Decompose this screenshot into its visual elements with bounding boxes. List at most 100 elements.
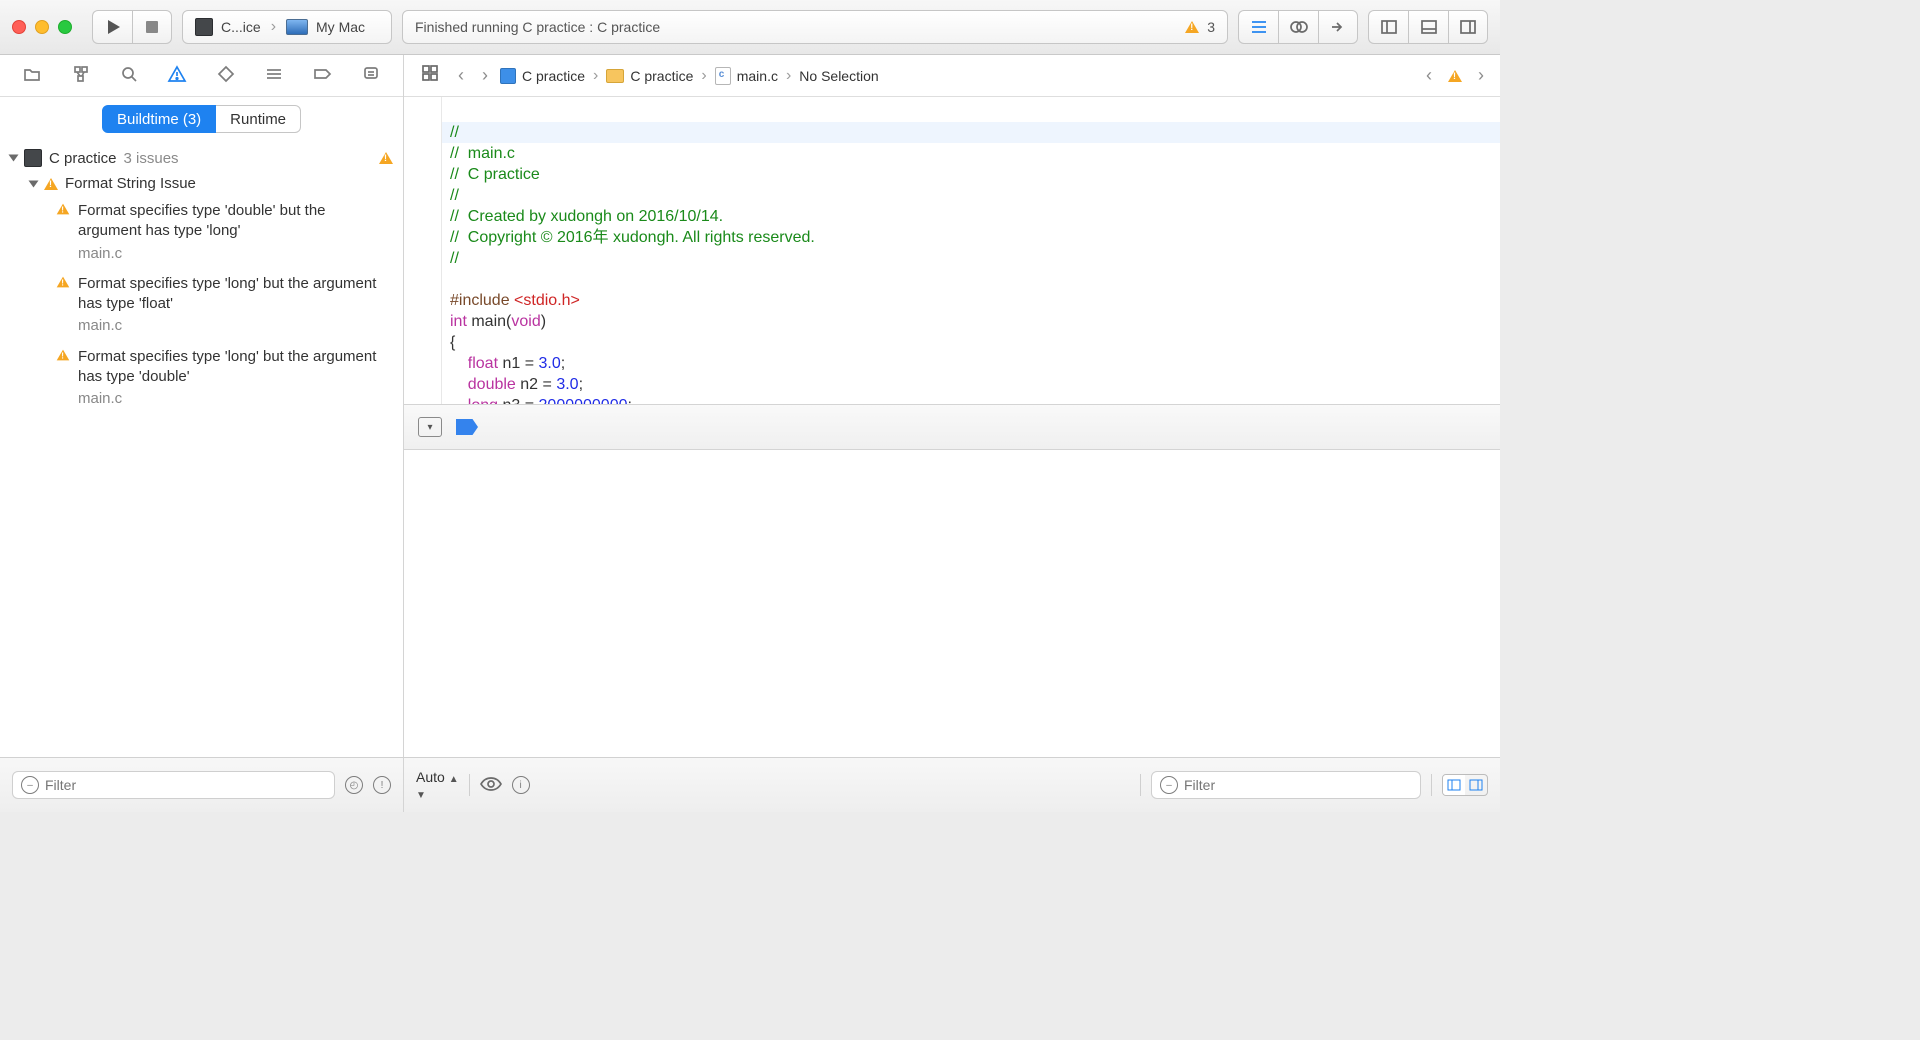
version-editor-button[interactable] [1318,10,1358,44]
issue-item[interactable]: Format specifies type 'double' but the a… [0,196,403,269]
crumb-file[interactable]: main.c [715,67,778,85]
project-name: C practice [49,150,117,167]
warning-icon [1185,21,1199,33]
console-filter[interactable]: – [1151,771,1421,799]
issue-file: main.c [78,389,393,409]
toggle-bottom-panel-button[interactable] [1408,10,1448,44]
report-navigator-tab[interactable] [361,64,381,87]
warning-icon [1448,70,1462,82]
activity-status[interactable]: Finished running C practice : C practice… [402,10,1228,44]
toolbar-right [1238,10,1488,44]
scheme-icon [195,18,213,36]
warning-icon [57,349,70,360]
debug-pane-toggle [1442,774,1488,796]
issue-text: Format specifies type 'long' but the arg… [78,274,393,315]
recent-filter-icon[interactable]: ◴ [345,776,363,794]
filter-scope-icon[interactable]: – [1160,776,1178,794]
project-issue-count: 3 issues [124,150,179,167]
buildtime-tab[interactable]: Buildtime (3) [102,105,216,133]
issue-file: main.c [78,244,393,264]
source-editor[interactable]: //// main.c // C practice // // Created … [404,97,1500,404]
scheme-name: C...ice [221,19,261,35]
standard-editor-button[interactable] [1238,10,1278,44]
window-toolbar: C...ice › My Mac Finished running C prac… [0,0,1500,55]
console-filter-input[interactable] [1184,777,1412,793]
source-control-navigator-tab[interactable] [71,64,91,87]
disclosure-triangle-icon[interactable] [29,180,39,187]
debug-navigator-tab[interactable] [264,64,284,87]
run-stop-group [92,10,172,44]
separator [469,774,470,796]
editor-header-right: ‹ › [1420,65,1490,86]
issue-item[interactable]: Format specifies type 'long' but the arg… [0,342,403,415]
issue-text: Format specifies type 'double' but the a… [78,201,393,242]
scm-filter-icon[interactable]: ! [373,776,391,794]
destination-name: My Mac [316,19,365,35]
zoom-window-button[interactable] [58,20,72,34]
crumb-project[interactable]: C practice [500,68,585,84]
history-back-button[interactable]: ‹ [452,65,470,86]
separator [1431,774,1432,796]
chevron-right-icon: › [699,67,708,85]
navigator-bottom: – ◴ ! [0,758,404,812]
separator [1140,774,1141,796]
debug-console[interactable] [404,450,1500,757]
warning-icon [57,204,70,215]
debug-view-toggle[interactable]: ▾ [418,417,442,437]
toggle-left-panel-button[interactable] [1368,10,1408,44]
auto-scope-button[interactable]: Auto ▲▼ [416,769,459,801]
filter-scope-icon[interactable]: – [21,776,39,794]
assistant-editor-button[interactable] [1278,10,1318,44]
editor-gutter[interactable] [404,97,442,404]
issue-navigator-tab[interactable] [167,64,187,87]
crumb-folder[interactable]: C practice [606,68,693,84]
toggle-right-panel-button[interactable] [1448,10,1488,44]
warning-icon [57,276,70,287]
prev-issue-button[interactable]: ‹ [1420,65,1438,86]
project-icon [24,149,42,167]
panel-toggle-group [1368,10,1488,44]
warning-icon [379,152,393,164]
filter-input[interactable] [45,777,326,793]
variables-pane-toggle[interactable] [1443,775,1465,795]
next-issue-button[interactable]: › [1472,65,1490,86]
project-navigator-tab[interactable] [22,64,42,87]
related-items-button[interactable] [414,63,446,88]
issue-file: main.c [78,316,393,336]
navigator-filter[interactable]: – [12,771,335,799]
history-forward-button[interactable]: › [476,65,494,86]
scheme-selector[interactable]: C...ice › My Mac [182,10,392,44]
editor-path-bar: ‹ › C practice › C practice › main.c › N… [404,55,1500,97]
breakpoint-navigator-tab[interactable] [312,64,332,87]
chevron-right-icon: › [591,67,600,85]
bottom-bar: – ◴ ! Auto ▲▼ i – [0,757,1500,812]
issue-group-row[interactable]: Format String Issue [0,171,403,196]
issue-text: Format specifies type 'long' but the arg… [78,347,393,388]
stop-button[interactable] [132,10,172,44]
source-code[interactable]: //// main.c // C practice // // Created … [404,97,1500,404]
breakpoint-toggle-icon[interactable] [456,419,478,435]
debug-bottom: Auto ▲▼ i – [404,758,1500,812]
issue-item[interactable]: Format specifies type 'long' but the arg… [0,269,403,342]
window-traffic-lights [12,20,72,34]
chevron-right-icon: › [784,67,793,85]
find-navigator-tab[interactable] [119,64,139,87]
crumb-selection[interactable]: No Selection [799,68,878,84]
minimize-window-button[interactable] [35,20,49,34]
warning-icon [44,178,58,190]
info-icon[interactable]: i [512,776,530,794]
issue-scope-segmented: Buildtime (3) Runtime [0,97,403,141]
issue-project-row[interactable]: C practice 3 issues [0,145,403,171]
status-text: Finished running C practice : C practice [415,19,660,35]
c-file-icon [715,67,731,85]
xcodeproj-icon [500,68,516,84]
folder-icon [606,69,624,83]
run-button[interactable] [92,10,132,44]
test-navigator-tab[interactable] [216,64,236,87]
issue-group-label: Format String Issue [65,175,196,192]
runtime-tab[interactable]: Runtime [216,105,301,133]
close-window-button[interactable] [12,20,26,34]
console-pane-toggle[interactable] [1465,775,1487,795]
disclosure-triangle-icon[interactable] [9,155,19,162]
quicklook-icon[interactable] [480,774,502,797]
